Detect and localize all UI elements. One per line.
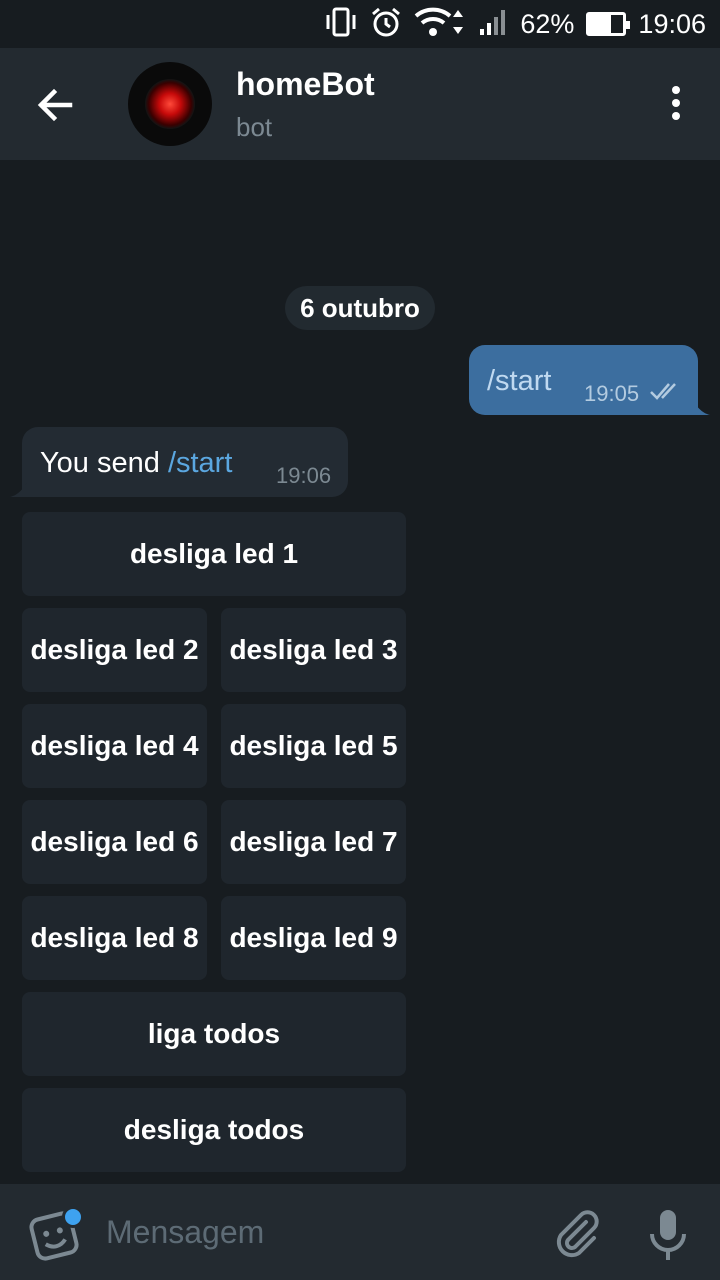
clock: 19:06 [638, 8, 706, 39]
message-input-bar: Mensagem [0, 1184, 720, 1280]
avatar[interactable] [128, 62, 212, 146]
status-bar: 62% 19:06 [0, 0, 720, 48]
battery-level: 62% [520, 8, 575, 39]
hal-eye-icon [145, 79, 195, 129]
incoming-bubble-tail [10, 477, 30, 497]
chat-title[interactable]: homeBot [236, 66, 375, 103]
microphone-icon[interactable] [648, 1208, 688, 1264]
keyboard-button-desliga-led-4[interactable]: desliga led 4 [22, 704, 207, 788]
back-arrow-icon[interactable] [30, 80, 80, 130]
command-link[interactable]: /start [168, 447, 232, 479]
battery-icon [586, 12, 631, 36]
keyboard-button-liga-todos[interactable]: liga todos [22, 992, 406, 1076]
notification-dot [62, 1206, 84, 1228]
signal-icon [478, 7, 508, 42]
outgoing-message-time: 19:05 [584, 381, 640, 406]
outgoing-message-text: /start [487, 365, 552, 397]
battery-fill [589, 15, 611, 33]
vibrate-icon [324, 7, 358, 42]
more-options-icon[interactable] [666, 86, 686, 126]
incoming-message-text: You send /start [40, 447, 232, 480]
keyboard-button-desliga-todos[interactable]: desliga todos [22, 1088, 406, 1172]
keyboard-button-desliga-led-7[interactable]: desliga led 7 [221, 800, 406, 884]
keyboard-button-desliga-led-9[interactable]: desliga led 9 [221, 896, 406, 980]
date-separator: 6 outubro [285, 286, 435, 330]
attach-icon[interactable] [552, 1208, 600, 1260]
keyboard-button-desliga-led-3[interactable]: desliga led 3 [221, 608, 406, 692]
incoming-message-prefix: You send [40, 447, 168, 479]
message-input[interactable]: Mensagem [106, 1214, 264, 1251]
outgoing-message[interactable]: /start 19:05 [469, 345, 698, 415]
chat-subtitle: bot [236, 112, 273, 142]
outgoing-bubble-tail [690, 395, 710, 415]
keyboard-button-desliga-led-5[interactable]: desliga led 5 [221, 704, 406, 788]
incoming-message[interactable]: You send /start 19:06 [22, 427, 348, 497]
double-check-icon [649, 381, 683, 406]
keyboard-button-desliga-led-1[interactable]: desliga led 1 [22, 512, 406, 596]
keyboard-button-desliga-led-6[interactable]: desliga led 6 [22, 800, 207, 884]
keyboard-button-desliga-led-8[interactable]: desliga led 8 [22, 896, 207, 980]
incoming-message-time: 19:06 [276, 463, 332, 488]
wifi-icon [414, 6, 466, 43]
chat-header: homeBot bot [0, 48, 720, 160]
message-list[interactable]: 6 outubro /start 19:05 You send /start 1… [0, 160, 720, 1184]
keyboard-button-desliga-led-2[interactable]: desliga led 2 [22, 608, 207, 692]
alarm-icon [370, 6, 402, 43]
